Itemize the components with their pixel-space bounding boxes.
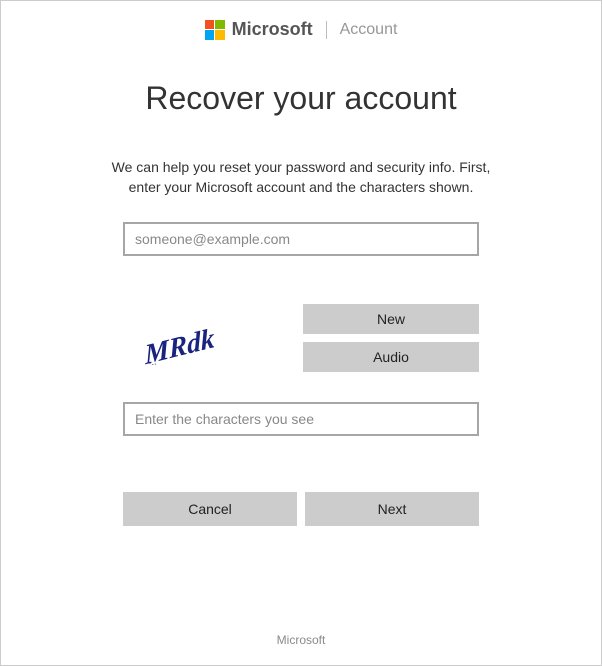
page-title: Recover your account	[145, 80, 456, 117]
section-label: Account	[340, 21, 398, 39]
main-content: Recover your account We can help you res…	[1, 50, 601, 617]
svg-text:MRdk: MRdk	[143, 323, 216, 365]
footer: Microsoft	[1, 617, 601, 665]
footer-text: Microsoft	[277, 633, 326, 647]
captcha-image: MRdk iv	[123, 308, 263, 368]
captcha-new-button[interactable]: New	[303, 304, 479, 334]
header-divider	[326, 21, 327, 39]
brand-label: Microsoft	[232, 19, 313, 40]
header: Microsoft Account	[1, 1, 601, 50]
captcha-audio-button[interactable]: Audio	[303, 342, 479, 372]
next-button[interactable]: Next	[305, 492, 479, 526]
microsoft-logo-icon	[205, 20, 225, 40]
action-row: Cancel Next	[123, 492, 479, 526]
email-input[interactable]	[123, 222, 479, 256]
instructions-text: We can help you reset your password and …	[101, 157, 501, 198]
captcha-input[interactable]	[123, 402, 479, 436]
cancel-button[interactable]: Cancel	[123, 492, 297, 526]
captcha-buttons: New Audio	[303, 304, 479, 372]
captcha-row: MRdk iv New Audio	[123, 304, 479, 372]
